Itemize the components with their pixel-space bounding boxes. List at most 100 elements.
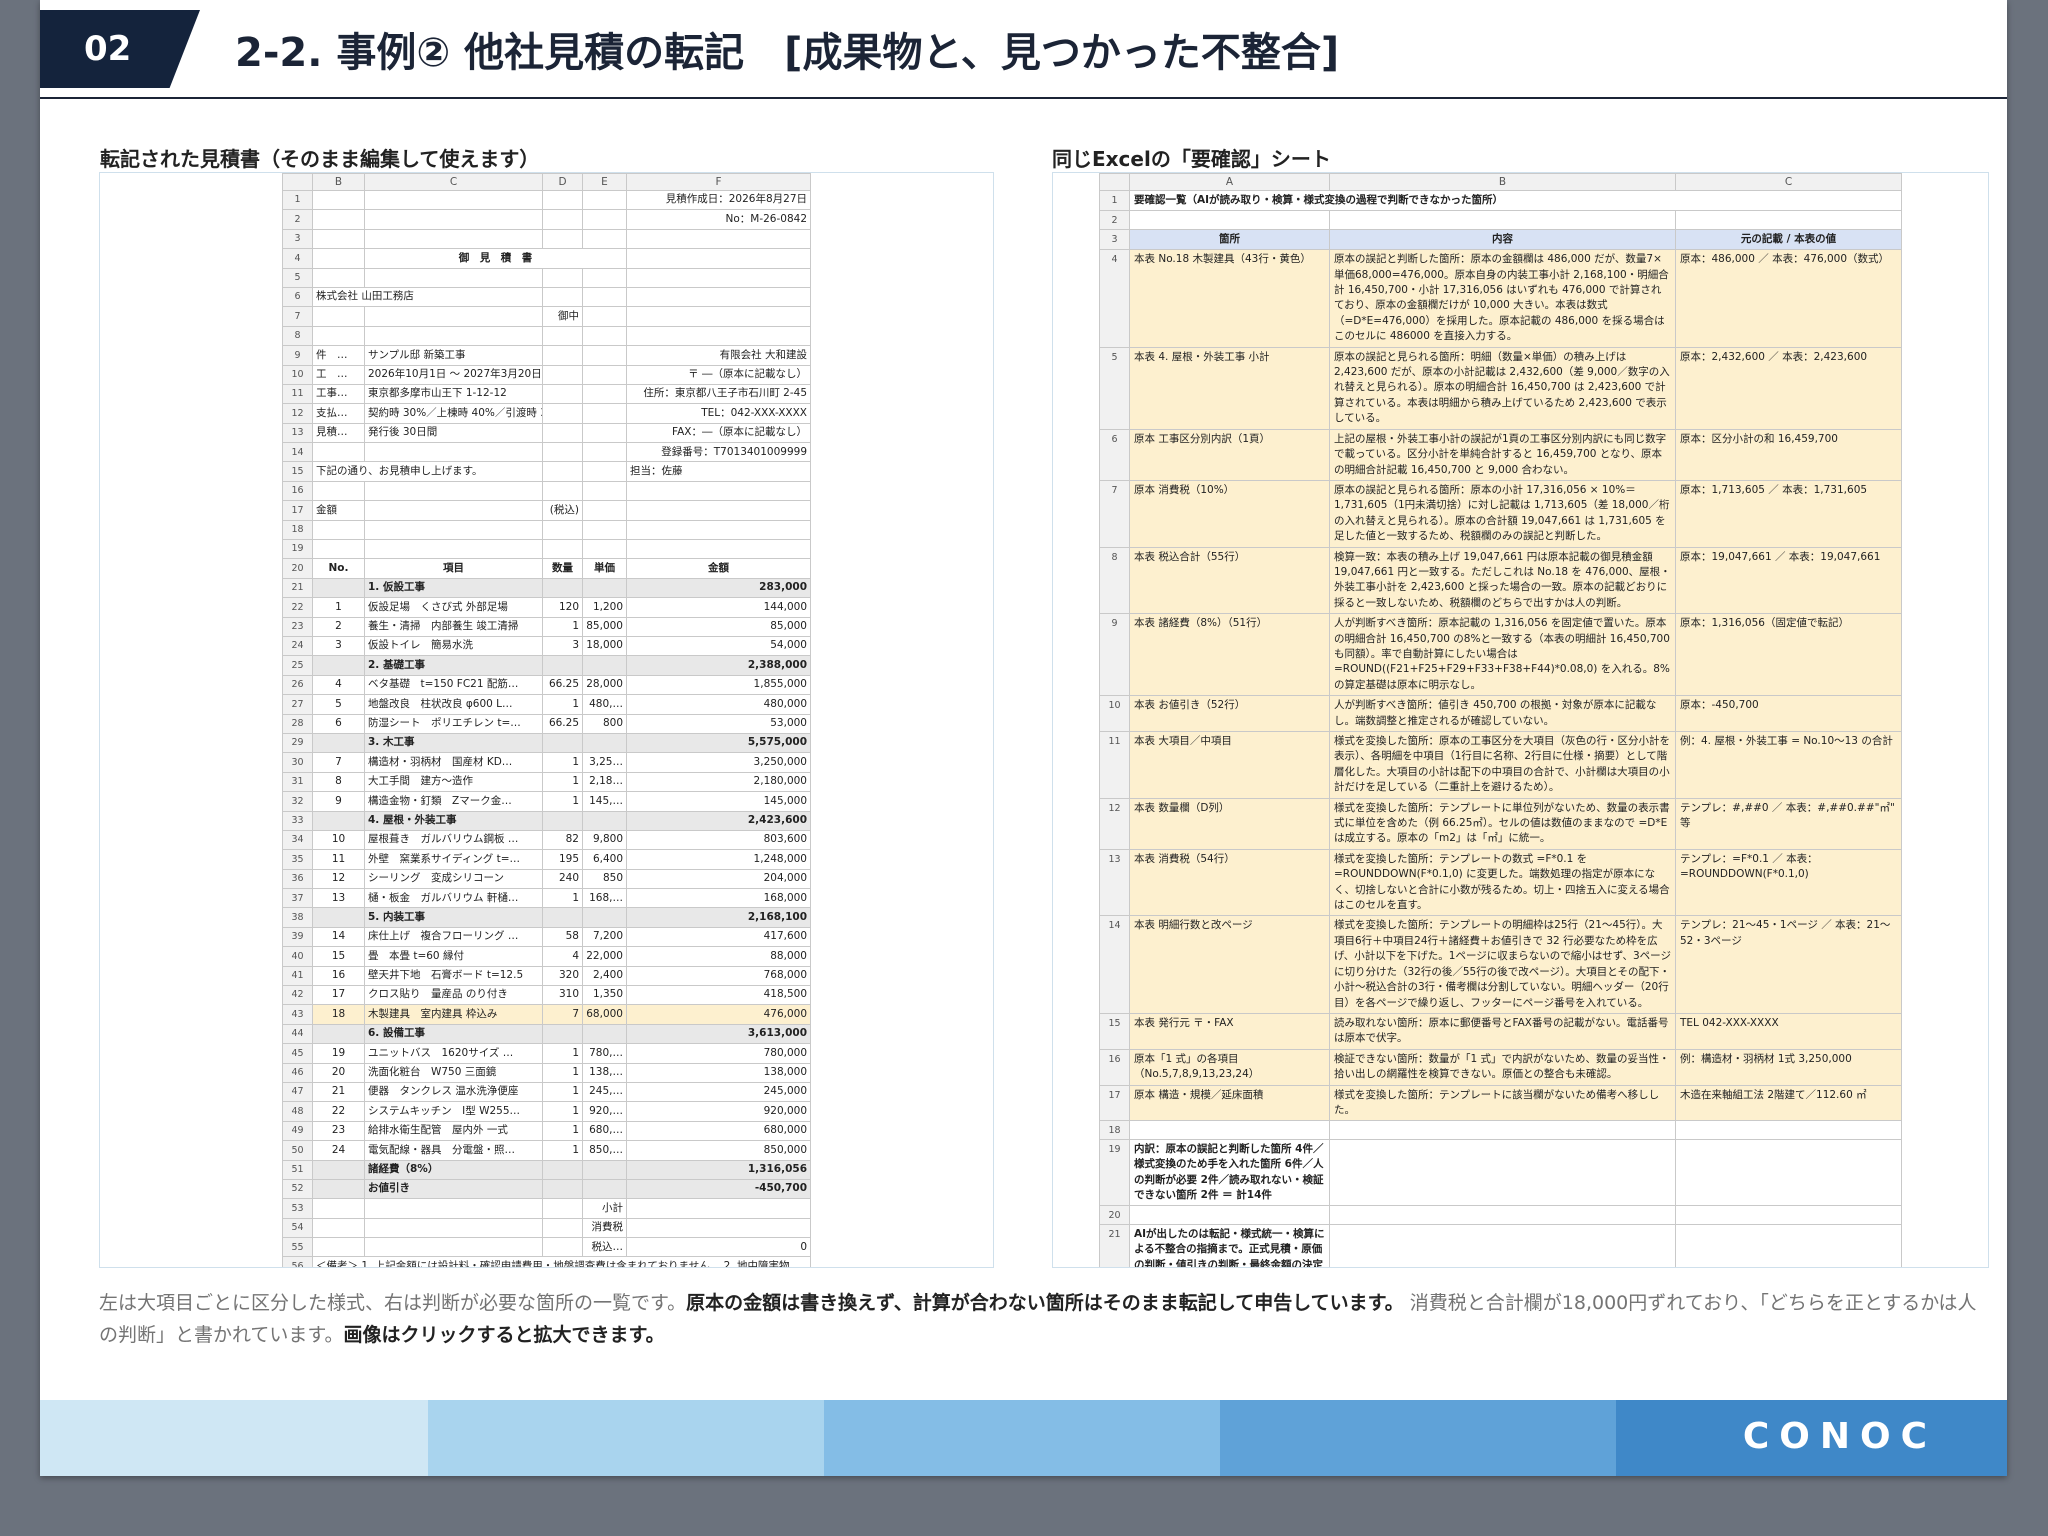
original-value-cell: 原本：486,000 ／ 本表：476,000（数式） [1675, 249, 1902, 348]
table-row: 16 原本「1 式」の各項目（No.5,7,8,9,13,23,24） 検証できない… [1099, 1048, 1902, 1086]
cell-d [542, 267, 583, 288]
row-number: 45 [282, 1043, 313, 1064]
cell-e: 245,… [582, 1081, 627, 1103]
cell-b: 15 [312, 946, 365, 967]
row-number: 35 [282, 849, 313, 870]
review-sheet: ABC 1 要確認一覧（AIが読み取り・検算・様式変換の過程で判断できなかった箇所… [1099, 173, 1902, 1267]
table-row: 4 本表 No.18 木製建具（43行・黄色） 原本の誤記と判断した箇所：原本の金額… [1099, 249, 1902, 348]
cell-f: 〒 ―（原本に記載なし） [626, 364, 811, 385]
empty-cell [1675, 210, 1902, 230]
cell-c: お値引き [364, 1178, 543, 1200]
location-cell [1129, 1120, 1330, 1140]
review-sheet-image[interactable]: ABC 1 要確認一覧（AIが読み取り・検算・様式変換の過程で判断できなかった箇所… [1052, 172, 1989, 1268]
section-number: 02 [84, 29, 132, 69]
estimate-image[interactable]: BCDEF 1 見積作成日：2026年8月27日 2 No：M-26-0842 3 4 御 … [99, 172, 994, 1268]
cell-e: 9,800 [582, 829, 627, 851]
cell-e [582, 286, 627, 308]
location-cell: 本表 発行元 〒・FAX [1129, 1012, 1330, 1050]
cell-b [312, 1178, 365, 1200]
cell-c: 東京都多摩市山王下 1-12-12 [364, 383, 543, 405]
row-number: 16 [282, 480, 313, 502]
cell-b [312, 519, 365, 541]
table-row: 45 19 ユニットバス 1620サイズ … 1 780,… 780,000 [282, 1043, 811, 1064]
row-number: 11 [282, 383, 313, 405]
content-cell [1329, 1138, 1676, 1207]
table-row: 13 本表 消費税（54行） 様式を変換した箇所：テンプレートの数式 =F*0.1 … [1099, 848, 1902, 917]
table-row: 54 消費税 [282, 1217, 811, 1239]
cell-d: 4 [542, 946, 583, 967]
row-number: 49 [282, 1120, 313, 1142]
cell-f: 見積作成日：2026年8月27日 [626, 189, 811, 211]
cell-b [312, 1023, 365, 1045]
row-number: 50 [282, 1140, 313, 1161]
content-cell: 様式を変換した箇所：テンプレートの数式 =F*0.1 を =ROUNDDOWN(… [1329, 848, 1676, 917]
cell-e: 920,… [582, 1101, 627, 1122]
table-row: 2 [1099, 210, 1902, 230]
cell-c: 洗面化粧台 W750 三面鏡 [364, 1062, 543, 1083]
content-cell: 検証できない箇所：数量が「1 式」で内訳がないため、数量の妥当性・拾い出しの網羅… [1329, 1048, 1676, 1086]
cell-f: 住所：東京都八王子市石川町 2-45 [626, 383, 811, 405]
cell-f [626, 325, 811, 347]
cell-c: 仮設トイレ 簡易水洗 [364, 635, 543, 657]
row-number: 22 [282, 597, 313, 618]
column-header: D [542, 173, 583, 191]
location-cell: 原本「1 式」の各項目（No.5,7,8,9,13,23,24） [1129, 1048, 1330, 1086]
cell-f: 登録番号：T7013401009999 [626, 442, 811, 463]
cell-c: 樋・板金 ガルバリウム 軒樋… [364, 888, 543, 909]
cell-d [542, 1159, 583, 1180]
cell-f: 780,000 [626, 1043, 811, 1064]
row-number: 2 [282, 209, 313, 230]
cell-b: 20 [312, 1062, 365, 1083]
cell-b [312, 267, 365, 288]
cell-e [582, 383, 627, 405]
cell-d [542, 907, 583, 928]
table-row: 32 9 構造金物・釘類 Zマーク金… 1 145,… 145,000 [282, 791, 811, 812]
cell-f: 有限会社 大和建設 [626, 345, 811, 366]
table-row: 23 2 養生・清掃 内部養生 竣工清掃 1 85,000 85,000 [282, 616, 811, 637]
cell-e [582, 655, 627, 676]
row-number: 29 [282, 732, 313, 754]
location-cell: AIが出したのは転記・様式統一・検算による不整合の指摘まで。正式見積・原価の判断… [1129, 1223, 1330, 1267]
original-value-cell [1675, 1205, 1902, 1225]
cell-e [582, 907, 627, 928]
cell-d [542, 209, 583, 230]
cell-b: No. [312, 558, 365, 579]
cell-b: 5 [312, 694, 365, 715]
cell-e: 22,000 [582, 946, 627, 967]
table-row: 15 下記の通り、お見積申し上げます。 担当：佐藤 [282, 461, 811, 482]
content-cell: 様式を変換した箇所：テンプレートに該当欄がないため備考へ移しした。 [1329, 1084, 1676, 1122]
cell-b [312, 810, 365, 831]
row-number: 54 [282, 1217, 313, 1239]
conoc-logo: CONOC [1742, 1416, 1937, 1457]
cell-b [312, 1217, 365, 1239]
row-number: 41 [282, 965, 313, 987]
table-row: 38 5. 内装工事 2,168,100 [282, 907, 811, 928]
cell-c [364, 539, 543, 560]
cell-c: シーリング 変成シリコーン [364, 868, 543, 890]
cell-b: 14 [312, 926, 365, 948]
cell-b: 株式会社 山田工務店 [312, 286, 543, 308]
cell-b: 1 [312, 597, 365, 618]
table-row: 14 登録番号：T7013401009999 [282, 442, 811, 463]
row-number: 12 [282, 403, 313, 424]
cell-e [582, 732, 627, 754]
row-number: 17 [1099, 1084, 1130, 1122]
cell-c: 床仕上げ 複合フローリング … [364, 926, 543, 948]
table-row: 6 原本 工事区分別内訳（1頁） 上記の屋根・外装工事小計の誤記が1頁の工事区分別内… [1099, 428, 1902, 481]
table-row: 4 御 見 積 書 [282, 248, 811, 269]
cell-f: 850,000 [626, 1140, 811, 1161]
desc-part-1: 左は大項目ごとに区分した様式、右は判断が必要な箇所の一覧です。 [99, 1292, 687, 1314]
content-cell: 読み取れない箇所：原本に郵便番号とFAX番号の記載がない。電話番号は原本で伏字。 [1329, 1012, 1676, 1050]
table-row: 15 本表 発行元 〒・FAX 読み取れない箇所：原本に郵便番号とFAX番号の記載が… [1099, 1012, 1902, 1050]
cell-f: 53,000 [626, 713, 811, 734]
row-number: 15 [282, 461, 313, 482]
cell-e [582, 325, 627, 347]
cell-d: 7 [542, 1004, 583, 1025]
cell-c [364, 228, 543, 250]
cell-c: 便器 タンクレス 温水洗浄便座 [364, 1081, 543, 1103]
cell-c: 養生・清掃 内部養生 竣工清掃 [364, 616, 543, 637]
table-row: 34 10 屋根葺き ガルバリウム鋼板 … 82 9,800 803,600 [282, 829, 811, 851]
location-cell: 本表 お値引き（52行） [1129, 695, 1330, 732]
cell-c: 構造金物・釘類 Zマーク金… [364, 791, 543, 812]
cell-b: 見積… [312, 422, 365, 444]
